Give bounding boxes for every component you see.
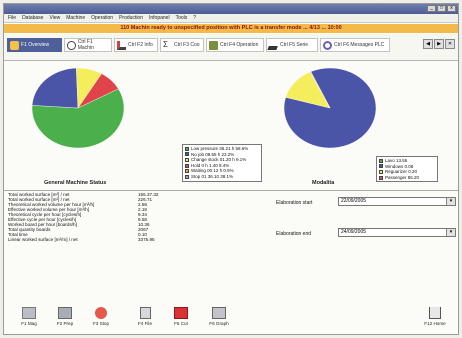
menu-production[interactable]: Production xyxy=(119,14,143,22)
tab-label: Ctrl F4 Operation xyxy=(220,42,259,48)
menu-tools[interactable]: Tools xyxy=(176,14,188,22)
legend-swatch xyxy=(185,146,189,151)
pie-slice-no-job xyxy=(31,67,79,109)
title-bar: _ □ x xyxy=(4,4,458,14)
elaboration-start-label: Elaboration start xyxy=(276,200,313,206)
stop-icon xyxy=(95,307,107,319)
pen-icon xyxy=(267,40,280,50)
file-icon xyxy=(139,307,151,319)
legend-swatch xyxy=(379,175,383,180)
tab-serie[interactable]: Ctrl F5 Serie xyxy=(266,38,318,52)
legend-swatch xyxy=(185,169,189,174)
legend-label: Passenger 86.20 xyxy=(385,174,420,180)
stop-button[interactable]: F3 Stop xyxy=(86,307,116,326)
legend-item: Stop 01 36.10 38.1% xyxy=(185,174,259,180)
legend-swatch xyxy=(379,169,383,174)
tab-info[interactable]: Ctrl F2 Info xyxy=(114,38,158,52)
legend-swatch xyxy=(379,158,383,163)
modalita-title: Modalita xyxy=(312,180,335,186)
modalita-pie xyxy=(283,67,377,149)
home-button[interactable]: F12 Home xyxy=(420,307,450,326)
tool-label: F1 Mag xyxy=(21,321,37,326)
divider xyxy=(4,190,458,191)
legend-swatch xyxy=(185,157,189,162)
tab-label: F1 Overview xyxy=(21,42,50,48)
message-icon xyxy=(323,40,332,50)
tab-label: Ctrl F1 Machin xyxy=(77,39,94,51)
chevron-down-icon[interactable]: ▾ xyxy=(446,198,455,205)
maximize-button[interactable]: □ xyxy=(437,5,446,12)
minimize-button[interactable]: _ xyxy=(427,5,436,12)
tool-icon xyxy=(117,40,126,50)
status-banner: 110 Machin ready to unspecified position… xyxy=(4,24,458,33)
circle-icon xyxy=(67,40,76,50)
cut-icon xyxy=(174,307,188,319)
tool-label: F6 Graph xyxy=(209,321,229,326)
menu-view[interactable]: View xyxy=(49,14,60,22)
menu-infopanel[interactable]: Infopanel xyxy=(149,14,170,22)
tool-label: F2 Prep xyxy=(56,321,74,326)
prepare-icon xyxy=(58,307,72,319)
main-window: _ □ x File Database View Machine Operati… xyxy=(3,3,459,335)
legend-swatch xyxy=(185,163,189,168)
legend-swatch xyxy=(185,152,189,157)
tab-messages[interactable]: Ctrl F6 Messages PLC xyxy=(320,38,390,52)
modalita-legend: Lavo 13.55 Windows 0.08 Reguarizer 0.20 … xyxy=(376,156,438,183)
machine-status-title: General Machine Status xyxy=(44,180,107,186)
menu-machine[interactable]: Machine xyxy=(66,14,85,22)
menu-bar: File Database View Machine Operation Pro… xyxy=(4,14,458,23)
menu-help[interactable]: ? xyxy=(193,14,196,22)
sigma-icon: Σ xyxy=(163,39,168,49)
tab-coo[interactable]: Σ Ctrl F3 Coo xyxy=(160,38,204,52)
menu-file[interactable]: File xyxy=(8,14,16,22)
stats-table: Total worked surface [m²] / net 155.37.32… xyxy=(8,192,172,242)
stat-row: Linear worked surface [m²/m] / net 3375.9… xyxy=(8,237,172,242)
stat-value: 3375.95 xyxy=(138,237,155,242)
magazine-icon xyxy=(22,307,36,319)
tab-label: Ctrl F2 Info xyxy=(128,42,153,48)
exit-button[interactable]: ✕ xyxy=(445,39,455,49)
legend-swatch xyxy=(379,164,383,169)
prev-button[interactable]: ◀ xyxy=(423,39,433,49)
menu-operation[interactable]: Operation xyxy=(91,14,113,22)
machine-status-legend: Low pressure 36.21 h 58.6% No job 09.65 … xyxy=(182,144,262,182)
tab-label: Ctrl F3 Coo xyxy=(174,42,200,48)
legend-swatch xyxy=(185,174,189,179)
tool-label: F5 Cut xyxy=(174,321,188,326)
tool-label: F3 Stop xyxy=(92,321,110,326)
home-icon xyxy=(429,307,441,319)
chevron-down-icon[interactable]: ▾ xyxy=(446,229,455,236)
tab-label: Ctrl F6 Messages PLC xyxy=(334,42,385,48)
legend-item: Passenger 86.20 xyxy=(379,175,435,181)
elaboration-end-value: 24/09/2005 xyxy=(341,229,367,235)
gear-icon xyxy=(209,40,218,50)
graph-button[interactable]: F6 Graph xyxy=(204,307,234,326)
bottom-toolbar: F1 Mag F2 Prep F3 Stop F4 File F5 Cut F6… xyxy=(4,302,458,334)
cut-button[interactable]: F5 Cut xyxy=(166,307,196,326)
overview-icon xyxy=(10,40,19,50)
mag-button[interactable]: F1 Mag xyxy=(14,307,44,326)
tab-machine[interactable]: Ctrl F1 Machin xyxy=(64,38,112,52)
tool-label: F12 Home xyxy=(424,321,446,326)
tab-overview[interactable]: F1 Overview xyxy=(7,38,62,52)
prep-button[interactable]: F2 Prep xyxy=(50,307,80,326)
close-button[interactable]: x xyxy=(447,5,456,12)
graph-icon xyxy=(212,307,226,319)
stat-label: Linear worked surface [m²/m] / net xyxy=(8,237,78,242)
legend-label: Stop 01 36.10 38.1% xyxy=(191,173,234,179)
machine-status-pie xyxy=(31,67,125,149)
tab-operation[interactable]: Ctrl F4 Operation xyxy=(206,38,264,52)
elaboration-end-label: Elaboration end xyxy=(276,231,312,237)
nav-buttons: ◀ ▶ ✕ xyxy=(423,39,455,49)
elaboration-start-value: 22/09/2005 xyxy=(341,198,367,204)
tab-label: Ctrl F5 Serie xyxy=(280,42,309,48)
elaboration-start-select[interactable]: 22/09/2005 ▾ xyxy=(338,197,456,206)
elaboration-end-select[interactable]: 24/09/2005 ▾ xyxy=(338,228,456,237)
next-button[interactable]: ▶ xyxy=(434,39,444,49)
tool-label: F4 File xyxy=(137,321,153,326)
menu-database[interactable]: Database xyxy=(22,14,43,22)
tab-bar: F1 Overview Ctrl F1 Machin Ctrl F2 Info … xyxy=(4,34,458,61)
file-button[interactable]: F4 File xyxy=(130,307,160,326)
